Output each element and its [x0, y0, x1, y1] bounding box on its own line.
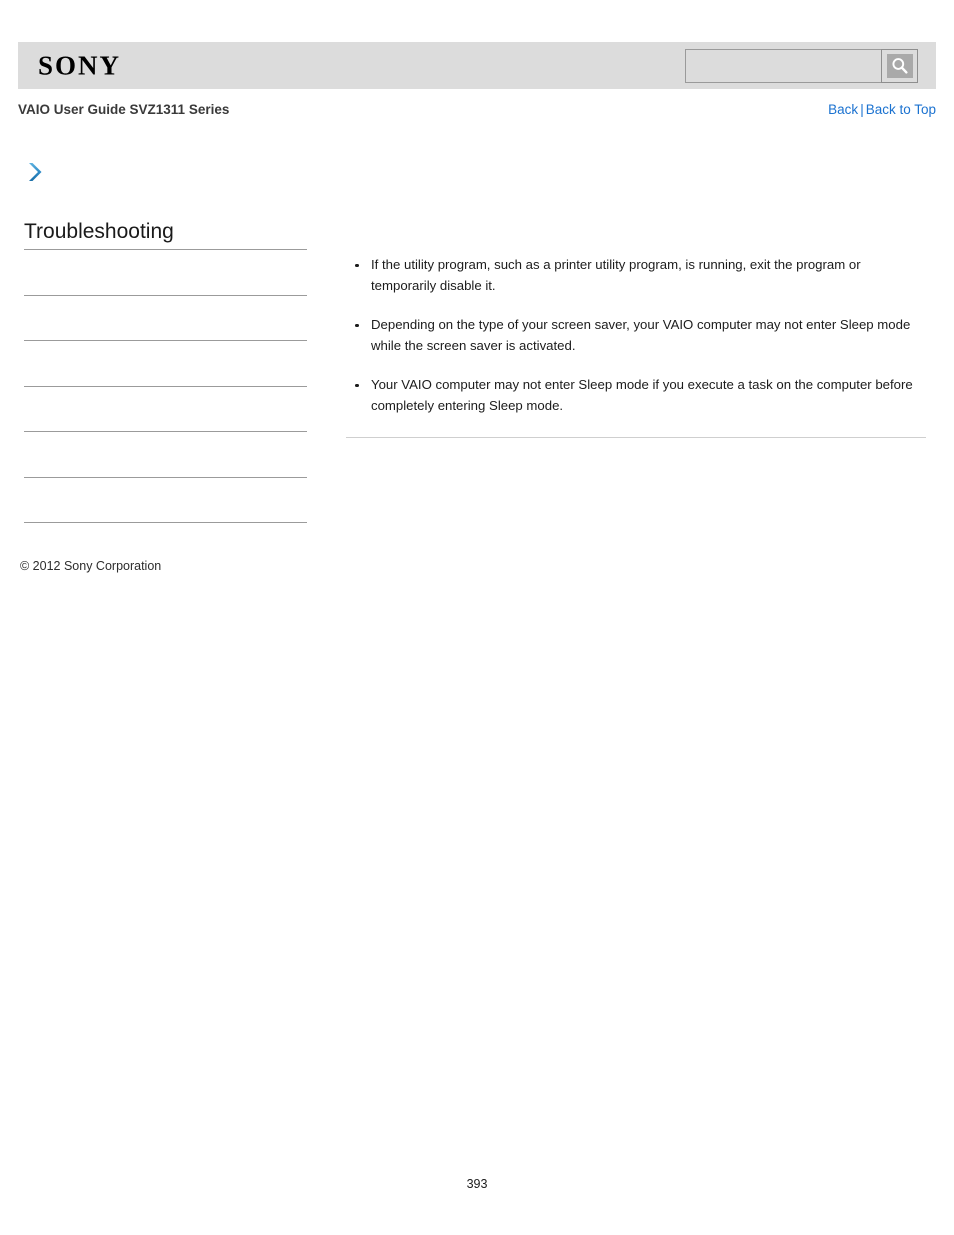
breadcrumb-expander[interactable]	[24, 160, 54, 190]
search-icon	[886, 53, 913, 78]
search-input[interactable]	[685, 48, 881, 83]
page-number: 393	[466, 1177, 488, 1191]
list-item: If the utility program, such as a printe…	[346, 255, 926, 296]
sony-logo: SONY	[38, 50, 122, 80]
page-title: VAIO User Guide SVZ1311 Series	[18, 102, 230, 117]
sidebar-item-2[interactable]	[24, 294, 307, 341]
back-link[interactable]: Back	[828, 102, 858, 117]
main-content: If the utility program, such as a printe…	[346, 255, 926, 446]
sidebar-item-6[interactable]	[24, 476, 307, 523]
back-to-top-link[interactable]: Back to Top	[866, 102, 936, 117]
copyright-notice: © 2012 Sony Corporation	[20, 559, 162, 573]
list-item: Depending on the type of your screen sav…	[346, 315, 926, 356]
nav-separator: |	[860, 102, 864, 117]
header-nav-links: Back | Back to Top	[828, 101, 936, 119]
sidebar-item-4[interactable]	[24, 385, 307, 432]
list-item: Your VAIO computer may not enter Sleep m…	[346, 375, 926, 416]
sidebar: Troubleshooting	[24, 218, 307, 523]
search-box	[685, 48, 918, 83]
sidebar-item-1[interactable]	[24, 249, 307, 295]
tips-list: If the utility program, such as a printe…	[346, 255, 926, 416]
sidebar-heading: Troubleshooting	[24, 220, 174, 243]
subheader: VAIO User Guide SVZ1311 Series Back | Back…	[18, 101, 936, 121]
sidebar-item-5[interactable]	[24, 431, 307, 477]
chevron-right-icon	[29, 163, 42, 181]
sidebar-item-3[interactable]	[24, 340, 307, 386]
sidebar-item-7[interactable]	[24, 522, 307, 523]
site-header: SONY	[18, 42, 936, 89]
search-button[interactable]	[881, 48, 918, 83]
content-divider	[346, 437, 926, 438]
